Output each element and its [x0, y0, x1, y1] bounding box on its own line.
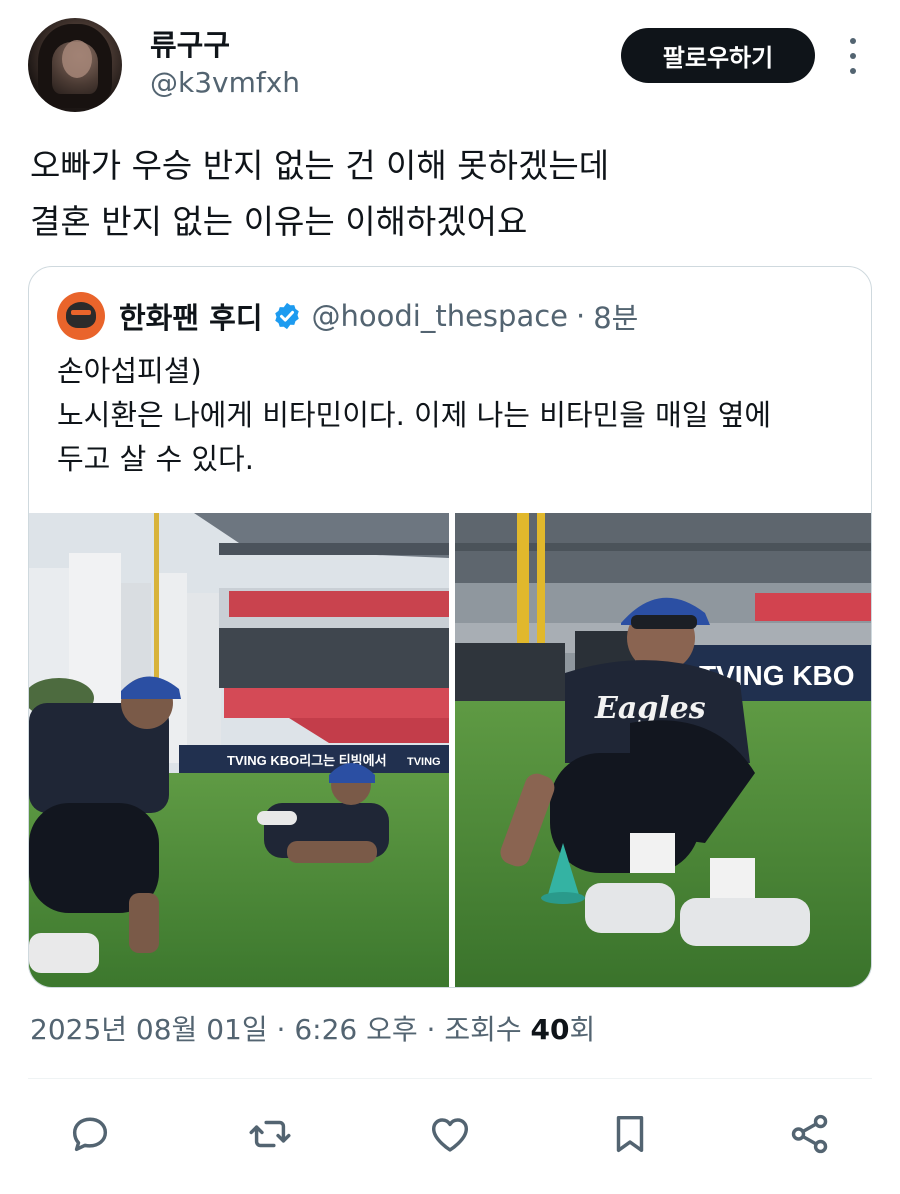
quoted-tweet-card[interactable]: 한화팬 후디 @hoodi_thespace · 8분 손아섭피셜) 노시환은 … — [28, 266, 872, 988]
tweet-header: 류구구 @k3vmfxh 팔로우하기 — [0, 0, 900, 120]
author-handle[interactable]: @k3vmfxh — [150, 66, 300, 99]
retweet-icon — [249, 1120, 291, 1148]
bookmark-button[interactable] — [602, 1106, 658, 1162]
photo-left[interactable]: TVING KBO리그는 티빙에서 TVING — [29, 513, 449, 987]
meta-separator: · — [426, 1013, 436, 1046]
avatar-eyes — [71, 310, 91, 315]
more-dot — [850, 68, 856, 74]
share-button[interactable] — [782, 1106, 838, 1162]
reply-icon — [72, 1117, 108, 1152]
follow-button[interactable]: 팔로우하기 — [621, 28, 815, 83]
retweet-button[interactable] — [242, 1106, 298, 1162]
views-unit: 회 — [569, 1013, 596, 1046]
views-label: 조회수 — [444, 1013, 522, 1046]
verified-badge-icon — [274, 302, 299, 330]
photo-left-board-text: TVING KBO리그는 티빙에서 — [227, 753, 387, 768]
tweet-date[interactable]: 2025년 08월 01일 — [30, 1013, 268, 1046]
quoted-tweet-text: 손아섭피셜) 노시환은 나에게 비타민이다. 이제 나는 비타민을 매일 옆에 … — [57, 349, 857, 481]
quoted-separator: · — [576, 299, 586, 333]
tweet-meta: 2025년 08월 01일 · 6:26 오후 · 조회수 40회 — [30, 1008, 595, 1048]
quoted-media: TVING KBO리그는 티빙에서 TVING TVING KBO Eagles — [29, 513, 871, 987]
quoted-author-name: 한화팬 후디 — [119, 301, 263, 335]
photo-right-image: TVING KBO Eagles — [455, 513, 871, 987]
avatar-mask — [66, 302, 96, 328]
avatar-face — [62, 40, 92, 78]
quoted-text-line: 노시환은 나에게 비타민이다. 이제 나는 비타민을 매일 옆에 — [57, 398, 772, 432]
more-dot — [850, 53, 856, 59]
share-icon — [791, 1114, 828, 1154]
action-bar — [0, 1106, 900, 1162]
tweet-text: 오빠가 우승 반지 없는 건 이해 못하겠는데 결혼 반지 없는 이유는 이해하… — [30, 138, 870, 250]
reply-button[interactable] — [62, 1106, 118, 1162]
views-count: 40 — [530, 1013, 570, 1046]
meta-separator: · — [276, 1013, 286, 1046]
photo-left-image: TVING KBO리그는 티빙에서 TVING — [29, 513, 449, 987]
photo-right[interactable]: TVING KBO Eagles — [455, 513, 871, 987]
tweet-time[interactable]: 6:26 오후 — [294, 1013, 417, 1046]
quoted-text-line: 손아섭피셜) — [57, 354, 202, 388]
more-options-icon[interactable] — [843, 38, 863, 74]
quoted-author-handle: @hoodi_thespace — [311, 299, 569, 333]
more-dot — [850, 38, 856, 44]
like-button[interactable] — [422, 1106, 478, 1162]
bookmark-icon — [616, 1115, 644, 1153]
divider — [28, 1078, 872, 1079]
quoted-tweet-header: 한화팬 후디 @hoodi_thespace · 8분 — [57, 291, 638, 341]
quoted-time: 8분 — [593, 301, 639, 335]
author-display-name[interactable]: 류구구 — [150, 22, 230, 64]
photo-left-board-text-right: TVING — [407, 756, 441, 768]
tweet-text-line: 결혼 반지 없는 이유는 이해하겠어요 — [30, 202, 528, 241]
quoted-author-avatar — [57, 292, 105, 340]
like-icon — [431, 1118, 469, 1152]
quoted-text-line: 두고 살 수 있다. — [57, 442, 254, 476]
author-avatar[interactable] — [28, 18, 122, 112]
tweet-text-line: 오빠가 우승 반지 없는 건 이해 못하겠는데 — [30, 146, 610, 185]
